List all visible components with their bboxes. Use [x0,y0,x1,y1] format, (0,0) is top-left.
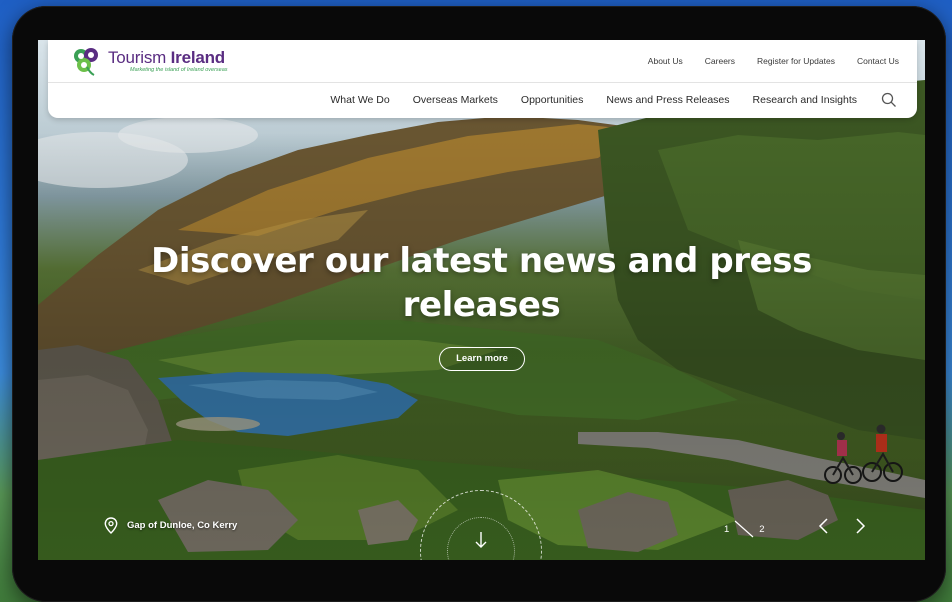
nav-item-opportunities[interactable]: Opportunities [521,94,583,106]
utility-link-about-us[interactable]: About Us [648,56,683,66]
slide-counter: 1 2 [724,518,765,540]
utility-link-contact-us[interactable]: Contact Us [857,56,899,66]
slide-total: 2 [759,523,765,535]
arrow-down-icon[interactable] [474,531,488,549]
site-header: Tourism Ireland Marketing the island of … [48,40,917,118]
location-pin-icon [104,517,118,534]
learn-more-button[interactable]: Learn more [439,347,525,371]
brand-tagline: Marketing the island of Ireland overseas [130,66,228,73]
utility-nav: About Us Careers Register for Updates Co… [648,56,899,66]
shamrock-logo-icon [74,48,98,76]
search-icon[interactable] [881,92,897,108]
tourism-ireland-logo[interactable]: Tourism Ireland Marketing the island of … [70,44,228,78]
chevron-left-icon[interactable] [817,516,831,536]
hero-headline: Discover our latest news and press relea… [151,241,812,325]
brand-name: Tourism Ireland [108,47,225,67]
chevron-right-icon[interactable] [853,516,867,536]
main-nav: What We Do Overseas Markets Opportunitie… [330,94,857,106]
location-label: Gap of Dunloe, Co Kerry [127,520,238,531]
hero-location: Gap of Dunloe, Co Kerry [104,517,237,534]
nav-item-what-we-do[interactable]: What We Do [330,94,389,106]
header-divider [48,82,917,83]
slide-counter-separator [734,520,754,538]
utility-link-register-for-updates[interactable]: Register for Updates [757,56,835,66]
nav-item-overseas-markets[interactable]: Overseas Markets [413,94,498,106]
browser-viewport: Tourism Ireland Marketing the island of … [38,40,925,560]
nav-item-news-and-press-releases[interactable]: News and Press Releases [606,94,729,106]
nav-item-research-and-insights[interactable]: Research and Insights [753,94,857,106]
utility-link-careers[interactable]: Careers [705,56,735,66]
slide-current: 1 [724,523,730,535]
